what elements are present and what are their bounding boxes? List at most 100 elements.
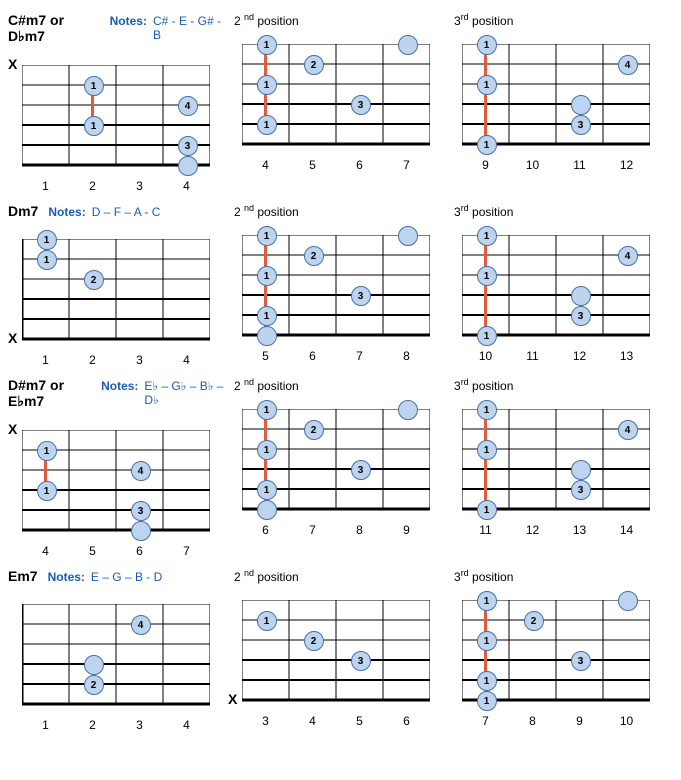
title-line: 3rd position — [448, 568, 668, 586]
title-line: 2 nd position — [228, 12, 448, 30]
chord-name: Em7 — [8, 568, 38, 584]
chord-position: 3rd position1413111121314 — [448, 377, 668, 537]
fret-numbers: 1234 — [22, 353, 210, 367]
finger-marker: 1 — [477, 440, 497, 460]
chord-diagram: 14131 — [462, 225, 650, 345]
position-label: 2 nd position — [234, 12, 299, 28]
fret-number: 12 — [556, 349, 603, 363]
fret-number: 3 — [116, 718, 163, 732]
finger-marker: 1 — [477, 326, 497, 346]
fret-number: 6 — [336, 158, 383, 172]
finger-marker — [398, 400, 418, 420]
finger-marker: 1 — [257, 115, 277, 135]
finger-marker: 1 — [477, 691, 497, 711]
chord-diagram: 12131 — [242, 399, 430, 519]
fret-numbers: 10111213 — [462, 349, 650, 363]
finger-marker: 3 — [351, 286, 371, 306]
title-line: 3rd position — [448, 12, 668, 30]
position-label: 2 nd position — [234, 377, 299, 393]
fret-number: 4 — [289, 714, 336, 728]
fret-numbers: 3456 — [242, 714, 430, 728]
fret-number: 12 — [603, 158, 650, 172]
finger-marker: 1 — [37, 230, 57, 250]
position-label: 2 nd position — [234, 203, 299, 219]
fret-numbers: 78910 — [462, 714, 650, 728]
fret-number: 4 — [163, 353, 210, 367]
fret-numbers: 9101112 — [462, 158, 650, 172]
fret-number: 12 — [509, 523, 556, 537]
chord-position: 2 nd position121316789 — [228, 377, 448, 537]
finger-marker: 1 — [477, 400, 497, 420]
chord-row: Em7Notes:E – G – B - D4212342 nd positio… — [8, 568, 673, 732]
chord-row: D#m7 or E♭m7Notes:E♭ – G♭ – B♭ – D♭X1413… — [8, 377, 673, 558]
finger-marker: 2 — [304, 420, 324, 440]
finger-marker: 1 — [477, 266, 497, 286]
finger-marker: 4 — [178, 96, 198, 116]
fret-numbers: 4567 — [22, 544, 210, 558]
fret-number: 11 — [509, 349, 556, 363]
mute-indicator: X — [8, 56, 17, 72]
chord-position: 3rd position 121311 78910 — [448, 568, 668, 728]
title-line: 3rd position — [448, 203, 668, 221]
fret-number: 7 — [383, 158, 430, 172]
fret-numbers: 5678 — [242, 349, 430, 363]
fret-number: 4 — [22, 544, 69, 558]
chord-position: Em7Notes:E – G – B - D421234 — [8, 568, 228, 732]
chord-position: D#m7 or E♭m7Notes:E♭ – G♭ – B♭ – D♭X1413… — [8, 377, 228, 558]
finger-marker — [571, 286, 591, 306]
finger-marker: 1 — [477, 35, 497, 55]
notes-text: C# - E - G# - B — [153, 14, 228, 42]
finger-marker: 1 — [84, 76, 104, 96]
finger-marker: 2 — [84, 675, 104, 695]
finger-marker: 1 — [257, 35, 277, 55]
finger-marker — [178, 156, 198, 176]
finger-marker: 4 — [618, 420, 638, 440]
fret-number: 8 — [336, 523, 383, 537]
fret-number: 10 — [509, 158, 556, 172]
chord-name: Dm7 — [8, 203, 38, 219]
finger-marker: 3 — [351, 651, 371, 671]
finger-marker: 1 — [477, 591, 497, 611]
finger-marker — [257, 500, 277, 520]
chord-diagram: X1413 — [22, 420, 210, 540]
fret-number: 3 — [242, 714, 289, 728]
title-line: Em7Notes:E – G – B - D — [8, 568, 228, 590]
chord-diagram: 14131 — [462, 34, 650, 154]
chord-row: C#m7 or D♭m7Notes:C# - E - G# - BX114312… — [8, 12, 673, 193]
finger-marker — [571, 95, 591, 115]
finger-marker: 1 — [257, 75, 277, 95]
chord-row: Dm7Notes:D – F – A - CX11212342 nd posit… — [8, 203, 673, 367]
fret-number: 1 — [22, 179, 69, 193]
fret-numbers: 4567 — [242, 158, 430, 172]
fret-number: 5 — [69, 544, 116, 558]
finger-marker — [571, 460, 591, 480]
finger-marker: 2 — [304, 246, 324, 266]
chord-diagram: 121311 — [462, 590, 650, 710]
chord-diagram: X1143 — [22, 55, 210, 175]
chord-position: C#m7 or D♭m7Notes:C# - E - G# - BX114312… — [8, 12, 228, 193]
position-label: 3rd position — [454, 203, 513, 219]
mute-indicator: X — [228, 691, 237, 707]
finger-marker: 3 — [178, 136, 198, 156]
chord-diagram: 12131 — [242, 225, 430, 345]
finger-marker: 1 — [477, 671, 497, 691]
fret-number: 6 — [289, 349, 336, 363]
finger-marker: 3 — [571, 115, 591, 135]
fret-number: 2 — [69, 353, 116, 367]
finger-marker: 3 — [571, 480, 591, 500]
position-label: 3rd position — [454, 568, 513, 584]
notes-label: Notes: — [101, 379, 138, 393]
finger-marker: 2 — [304, 631, 324, 651]
finger-marker: 4 — [618, 246, 638, 266]
chord-position: 2 nd positionX1233456 — [228, 568, 448, 728]
fret-number: 8 — [509, 714, 556, 728]
finger-marker: 2 — [84, 270, 104, 290]
finger-marker: 1 — [257, 440, 277, 460]
finger-marker: 3 — [131, 501, 151, 521]
finger-marker: 1 — [257, 400, 277, 420]
finger-marker — [84, 655, 104, 675]
finger-marker — [398, 226, 418, 246]
fret-number: 11 — [462, 523, 509, 537]
notes-label: Notes: — [48, 570, 85, 584]
chord-position: 2 nd position 12131 5678 — [228, 203, 448, 363]
